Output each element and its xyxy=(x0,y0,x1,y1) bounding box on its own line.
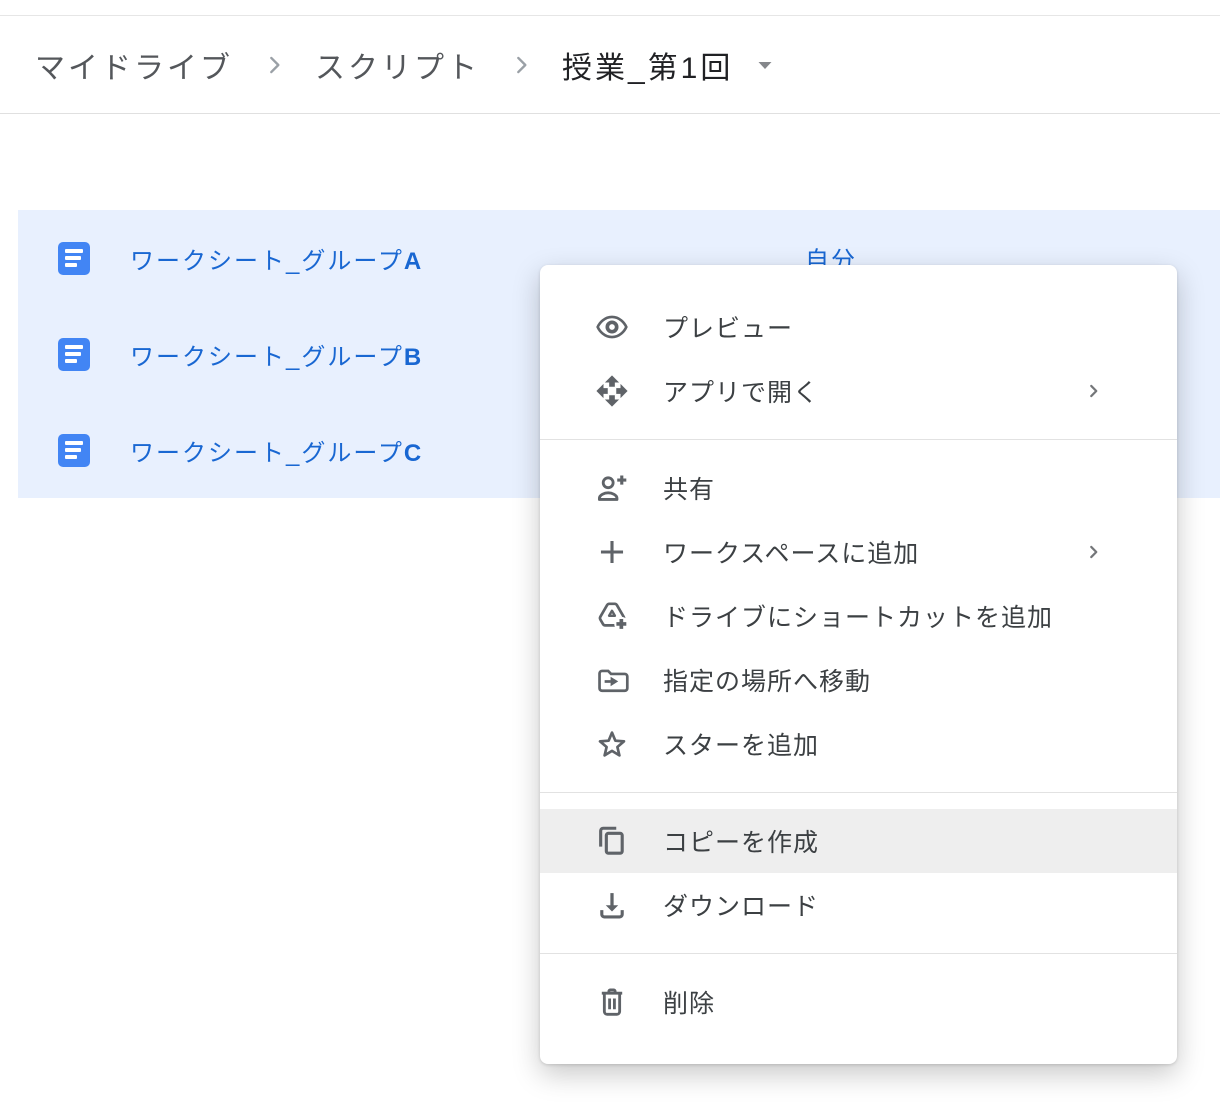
chevron-right-icon xyxy=(1083,380,1105,402)
download-icon xyxy=(595,888,629,922)
menu-item-preview[interactable]: プレビュー xyxy=(540,295,1177,359)
menu-item-download[interactable]: ダウンロード xyxy=(540,873,1177,937)
menu-item-add-star[interactable]: スターを追加 xyxy=(540,712,1177,776)
menu-item-add-to-workspace[interactable]: ワークスペースに追加 xyxy=(540,520,1177,584)
folder-move-icon xyxy=(595,663,629,697)
file-name: ワークシート_グループC xyxy=(130,433,423,468)
context-menu: プレビュー アプリで開く 共有 ワークスペースに追加 xyxy=(540,265,1177,1064)
google-docs-file-icon xyxy=(58,242,90,275)
copy-icon xyxy=(595,824,629,858)
person-add-icon xyxy=(595,471,629,505)
caret-down-icon[interactable] xyxy=(753,53,777,77)
eye-icon xyxy=(595,310,629,344)
context-menu-section-delete: 削除 xyxy=(540,954,1177,1064)
menu-item-delete[interactable]: 削除 xyxy=(540,970,1177,1034)
drive-shortcut-add-icon xyxy=(595,599,629,633)
file-name: ワークシート_グループB xyxy=(130,337,423,372)
breadcrumb-scripts[interactable]: スクリプト xyxy=(315,43,480,87)
chevron-right-icon xyxy=(508,52,534,78)
context-menu-section-open: プレビュー アプリで開く xyxy=(540,265,1177,439)
open-with-icon xyxy=(595,374,629,408)
breadcrumb: マイドライブ スクリプト 授業_第1回 xyxy=(0,16,1220,114)
menu-item-open-with[interactable]: アプリで開く xyxy=(540,359,1177,423)
menu-item-make-a-copy[interactable]: コピーを作成 xyxy=(540,809,1177,873)
breadcrumb-current-folder[interactable]: 授業_第1回 xyxy=(562,43,733,87)
star-icon xyxy=(595,727,629,761)
chevron-right-icon xyxy=(261,52,287,78)
menu-item-share[interactable]: 共有 xyxy=(540,456,1177,520)
google-docs-file-icon xyxy=(58,338,90,371)
breadcrumb-my-drive[interactable]: マイドライブ xyxy=(35,43,233,87)
chevron-right-icon xyxy=(1083,541,1105,563)
file-list-header: 名前 オーナー xyxy=(0,116,1220,209)
trash-icon xyxy=(595,985,629,1019)
google-docs-file-icon xyxy=(58,434,90,467)
menu-item-move-to[interactable]: 指定の場所へ移動 xyxy=(540,648,1177,712)
menu-item-add-shortcut-to-drive[interactable]: ドライブにショートカットを追加 xyxy=(540,584,1177,648)
context-menu-section-copy: コピーを作成 ダウンロード xyxy=(540,793,1177,953)
context-menu-section-organize: 共有 ワークスペースに追加 ドライブにショートカットを追加 指定の場所へ移動 xyxy=(540,440,1177,792)
file-name: ワークシート_グループA xyxy=(130,241,423,276)
plus-icon xyxy=(595,535,629,569)
